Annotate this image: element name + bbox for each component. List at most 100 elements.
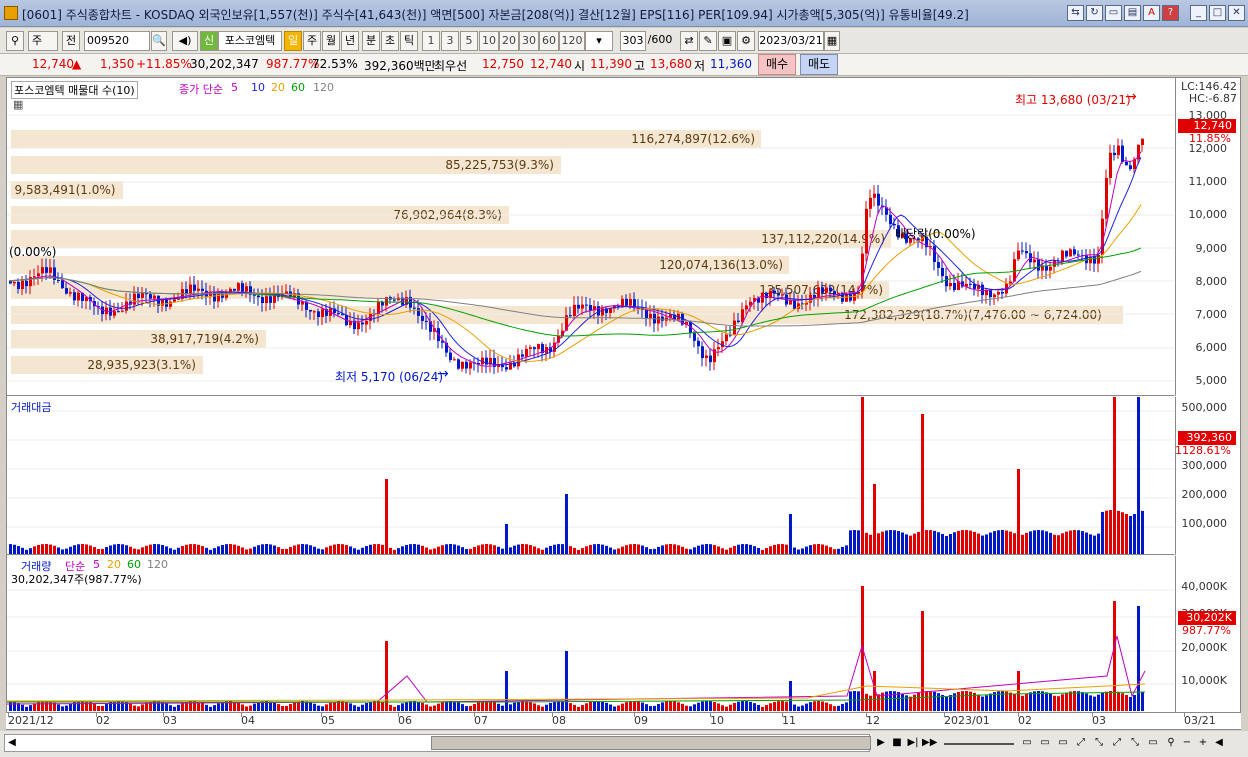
interval-1[interactable]: 1 [422, 31, 440, 51]
sound-icon[interactable]: ◀) [172, 31, 198, 51]
gear-icon[interactable]: ⚙ [737, 31, 755, 51]
tab-tick[interactable]: 틱 [400, 31, 418, 51]
interval-60[interactable]: 60 [539, 31, 559, 51]
interval-10[interactable]: 10 [479, 31, 499, 51]
price-pane[interactable]: 116,274,897(12.6%) 85,225,753(9.3%) 9,583,… [7, 78, 1174, 396]
period-select[interactable]: 주 [28, 31, 58, 51]
interval-20[interactable]: 20 [499, 31, 519, 51]
interval-30[interactable]: 30 [519, 31, 539, 51]
tool3-icon[interactable]: ⤢ [1110, 735, 1124, 751]
volume-bar [649, 706, 652, 711]
volume-bar [633, 701, 636, 711]
amount-bar [97, 548, 100, 554]
amount-bar [385, 479, 388, 554]
scroll-right-icon[interactable]: ◀ [1212, 735, 1226, 751]
volume-bar [625, 702, 628, 711]
tool4-icon[interactable]: ⤡ [1128, 735, 1142, 751]
candle-body [573, 304, 576, 316]
candle-body [521, 354, 524, 357]
calendar-icon[interactable]: ▦ [824, 31, 840, 51]
interval-3[interactable]: 3 [441, 31, 459, 51]
tab-minute[interactable]: 분 [362, 31, 380, 51]
layout2-icon[interactable]: ▭ [1038, 735, 1052, 751]
volume-bar [145, 702, 148, 711]
volume-bar [85, 701, 88, 711]
stock-code-input[interactable]: 009520 [84, 31, 150, 51]
date-input[interactable]: 2023/03/21 [758, 31, 824, 51]
stop-icon[interactable]: ■ [890, 735, 904, 751]
tab-month[interactable]: 월 [322, 31, 340, 51]
amount-pane[interactable]: 거래대금 [7, 397, 1174, 555]
search-icon[interactable]: 🔍 [151, 31, 167, 51]
candle-body [577, 304, 580, 309]
tool-icon[interactable]: ✎ [699, 31, 717, 51]
layout3-icon[interactable]: ▭ [1056, 735, 1070, 751]
amount-bar [849, 530, 852, 554]
tool2-icon[interactable]: ⤡ [1092, 735, 1106, 751]
maximize-icon[interactable]: □ [1209, 5, 1226, 21]
interval-5[interactable]: 5 [460, 31, 478, 51]
refresh-icon[interactable]: ↻ [1086, 5, 1103, 21]
zoom-out-icon[interactable]: − [1180, 735, 1194, 751]
candle-body [853, 293, 856, 301]
volume-bar [601, 701, 604, 711]
window-icon[interactable]: ▭ [1105, 5, 1122, 21]
volume-bar [369, 701, 372, 711]
font-icon[interactable]: A [1143, 5, 1160, 21]
horizontal-scrollbar[interactable]: ◀ [4, 734, 871, 752]
amount-bar [145, 545, 148, 554]
tool5-icon[interactable]: ▭ [1146, 735, 1160, 751]
arrows-icon[interactable]: ⇄ [680, 31, 698, 51]
price-y-tick: 7,000 [1195, 308, 1228, 321]
link-icon[interactable]: ⇆ [1067, 5, 1084, 21]
amount-bar [77, 544, 80, 554]
close-icon[interactable]: ✕ [1228, 5, 1245, 21]
interval-120[interactable]: 120 [559, 31, 585, 51]
chart-area[interactable]: 116,274,897(12.6%) 85,225,753(9.3%) 9,583,… [6, 77, 1241, 730]
candle-body [37, 273, 40, 277]
play-icon[interactable]: ▶ [874, 735, 888, 751]
buy-button[interactable]: 매수 [758, 54, 796, 75]
volume-bar [469, 705, 472, 711]
chart-settings-icon[interactable]: ▤ [1124, 5, 1141, 21]
sell-button[interactable]: 매도 [800, 54, 838, 75]
bookmark-icon[interactable]: ⚲ [6, 31, 24, 51]
scroll-left-icon[interactable]: ◀ [5, 735, 19, 751]
prev-button[interactable]: 전 [62, 31, 80, 51]
fast-forward-icon[interactable]: ▶▶ [922, 735, 937, 751]
open-price: 11,390 [590, 57, 632, 71]
amount-bar [949, 534, 952, 554]
volume-bar [433, 705, 436, 711]
amount-bar [605, 545, 608, 554]
count-input[interactable]: 303 [620, 31, 646, 51]
volume-bar [865, 693, 868, 711]
amount-bar [1137, 397, 1140, 554]
amount-bar [425, 547, 428, 554]
tab-second[interactable]: 초 [381, 31, 399, 51]
minimize-icon[interactable]: _ [1190, 5, 1207, 21]
grid-icon[interactable]: ▦ [13, 98, 23, 111]
tab-year[interactable]: 년 [341, 31, 359, 51]
candle-body [705, 355, 708, 359]
amount-bar [597, 544, 600, 554]
volume-bar [1033, 691, 1036, 711]
help-icon[interactable]: ? [1162, 5, 1179, 21]
speed-slider[interactable] [944, 743, 1014, 745]
layout1-icon[interactable]: ▭ [1020, 735, 1034, 751]
amount-bar [245, 549, 248, 554]
zoom-in-icon[interactable]: + [1196, 735, 1210, 751]
tab-week[interactable]: 주 [303, 31, 321, 51]
tool1-icon[interactable]: ⤢ [1074, 735, 1088, 751]
amount-bar [397, 548, 400, 554]
tab-day[interactable]: 일 [284, 31, 302, 51]
scroll-thumb[interactable] [431, 736, 871, 750]
interval-custom-select[interactable]: ▾ [585, 31, 613, 51]
volume-bar [461, 704, 464, 711]
volume-pane[interactable]: 거래량 단순 5 20 60 120 30,202,347주(987.77%) [7, 556, 1174, 712]
step-forward-icon[interactable]: ▶| [906, 735, 920, 751]
zoom-icon[interactable]: ⚲ [1164, 735, 1178, 751]
volume-bar [541, 706, 544, 711]
save-icon[interactable]: ▣ [718, 31, 736, 51]
amount-bar [29, 548, 32, 554]
candle-body [1129, 165, 1132, 170]
